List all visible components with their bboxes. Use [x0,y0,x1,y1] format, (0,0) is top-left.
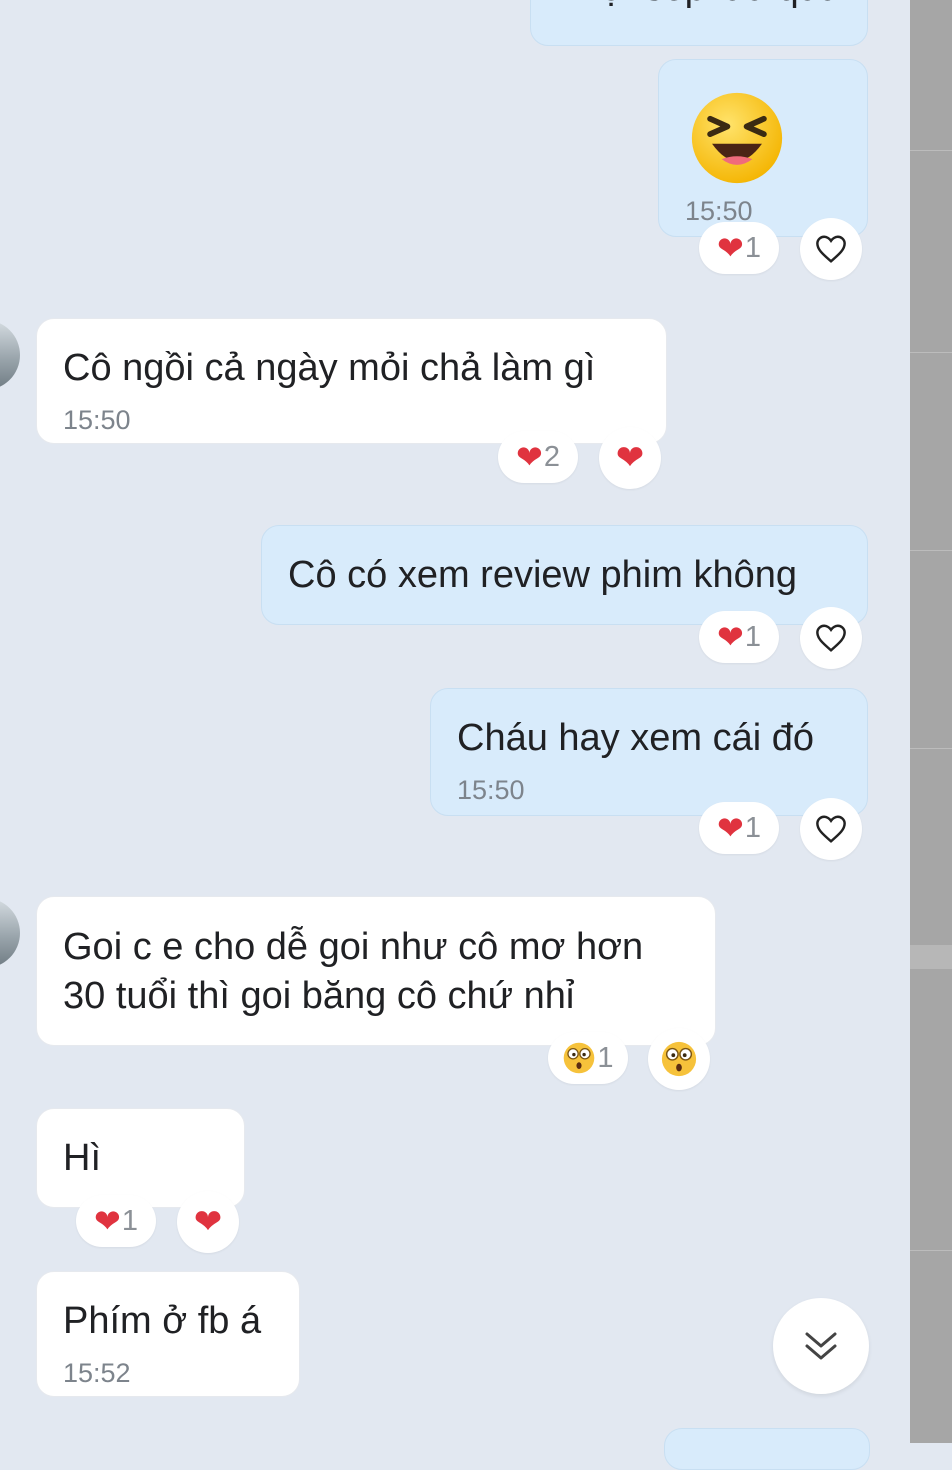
react-button[interactable]: ❤ [177,1191,239,1253]
surprised-emoji-icon [661,1041,697,1077]
avatar[interactable] [0,320,20,390]
heart-outline-icon [816,624,846,652]
message-text: Hì [63,1137,101,1179]
heart-icon: ❤ [717,810,744,846]
message-time: 15:50 [457,775,525,805]
message-time: 15:50 [63,405,131,435]
reaction-count: 1 [744,231,761,264]
reaction-summary[interactable]: ❤ 1 [76,1195,156,1247]
message-bubble-outgoing[interactable]: Cháu hay xem cái đó 15:50 [430,688,868,816]
message-bubble-outgoing-partial[interactable] [664,1428,870,1470]
right-side-panel [910,0,952,1443]
react-button[interactable] [648,1028,710,1090]
reaction-summary[interactable]: ❤ 1 [699,611,779,663]
heart-icon: ❤ [615,439,645,477]
message-bubble-outgoing[interactable]: 15:50 [658,59,868,237]
message-text-line-2: 30 tuổi thì goi băng cô chứ nhỉ [63,975,575,1017]
message-text: Cháu hay xem cái đó [457,717,814,759]
avatar[interactable] [0,898,20,968]
message-text: Phím ở fb á [63,1300,262,1342]
message-bubble-incoming[interactable]: Goi c e cho dễ goi như cô mơ hơn 30 tuổi… [36,896,716,1046]
message-bubble-outgoing[interactable]: Cô có xem review phim không [261,525,868,625]
react-button[interactable] [800,218,862,280]
reaction-summary[interactable]: ❤ 1 [699,802,779,854]
message-text: Đợi sếp lâu quá [573,0,841,13]
reaction-count: 2 [543,440,560,473]
heart-outline-icon [816,235,846,263]
reaction-count: 1 [597,1041,614,1074]
heart-icon: ❤ [94,1203,121,1239]
reaction-count: 1 [121,1204,138,1237]
heart-icon: ❤ [516,439,543,475]
heart-icon: ❤ [717,230,744,266]
double-chevron-down-icon [805,1332,837,1360]
message-text-line-1: Goi c e cho dễ goi như cô mơ hơn [63,926,644,968]
heart-icon: ❤ [717,619,744,655]
reaction-count: 1 [744,811,761,844]
laughing-emoji-sticker [691,92,783,184]
reaction-count: 1 [744,620,761,653]
heart-icon: ❤ [193,1203,223,1241]
message-text: Cô ngồi cả ngày mỏi chả làm gì [63,347,596,389]
message-bubble-outgoing[interactable]: Đợi sếp lâu quá [530,0,868,46]
surprised-emoji-icon [564,1042,595,1074]
heart-outline-icon [816,815,846,843]
message-time: 15:52 [63,1358,131,1388]
react-button[interactable]: ❤ [599,427,661,489]
message-bubble-incoming[interactable]: Cô ngồi cả ngày mỏi chả làm gì 15:50 [36,318,667,444]
message-bubble-incoming[interactable]: Phím ở fb á 15:52 [36,1271,300,1397]
react-button[interactable] [800,607,862,669]
message-text: Cô có xem review phim không [288,554,797,596]
react-button[interactable] [800,798,862,860]
scroll-to-bottom-button[interactable] [773,1298,869,1394]
reaction-summary[interactable]: ❤ 2 [498,431,578,483]
reaction-summary[interactable]: 1 [548,1032,628,1084]
reaction-summary[interactable]: ❤ 1 [699,222,779,274]
